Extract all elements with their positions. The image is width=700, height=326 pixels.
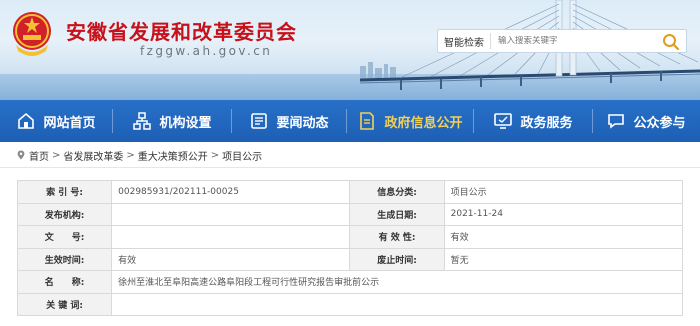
- news-icon: [251, 113, 268, 129]
- nav-item-participation[interactable]: 公众参与: [593, 100, 699, 142]
- table-row: 生效时间: 有效 废止时间: 暂无: [16, 247, 684, 271]
- index-value: 002985931/202111-00025: [111, 180, 351, 204]
- nav-item-label: 公众参与: [633, 115, 686, 131]
- publisher-label: 发布机构:: [16, 202, 113, 226]
- table-row: 发布机构: 生成日期: 2021-11-24: [16, 202, 684, 226]
- search-icon[interactable]: [662, 33, 680, 51]
- docno-value: [111, 225, 351, 249]
- publisher-value: [111, 202, 351, 226]
- main-nav: 网站首页 机构设置 要闻动态 政府信息公开 政务服务 公众参与: [0, 100, 700, 142]
- search-scope-select[interactable]: 智能检索: [438, 33, 491, 49]
- search-scope-label: 智能检索: [444, 37, 484, 49]
- date-label: 生成日期:: [349, 202, 445, 226]
- national-emblem-icon: [13, 12, 51, 56]
- nav-item-label: 网站首页: [43, 115, 96, 131]
- home-icon: [18, 112, 35, 129]
- expiry-value: 暂无: [443, 247, 684, 271]
- nav-item-label: 要闻动态: [276, 115, 329, 131]
- monitor-icon: [494, 113, 513, 129]
- validity-value: 有效: [443, 225, 684, 249]
- index-label: 索 引 号:: [16, 180, 113, 204]
- date-value: 2021-11-24: [443, 202, 684, 226]
- name-value: 徐州至淮北至阜阳高速公路阜阳段工程可行性研究报告审批前公示: [111, 270, 683, 294]
- location-icon: [17, 150, 25, 160]
- name-label: 名 称:: [16, 270, 113, 294]
- breadcrumb-item[interactable]: 项目公示: [222, 148, 262, 163]
- nav-item-label: 政务服务: [520, 115, 573, 131]
- nav-item-home[interactable]: 网站首页: [0, 100, 112, 142]
- nav-item-gov-info[interactable]: 政府信息公开: [347, 100, 473, 142]
- validity-label: 有 效 性:: [349, 225, 445, 249]
- site-url: fzggw.ah.gov.cn: [140, 44, 273, 58]
- breadcrumb-separator: >: [52, 149, 61, 161]
- divider: [0, 167, 700, 168]
- search-box: 智能检索: [437, 29, 687, 53]
- table-row: 关 键 词:: [16, 292, 683, 316]
- category-value: 项目公示: [443, 180, 684, 204]
- breadcrumb-item[interactable]: 省发展改革委: [63, 148, 123, 163]
- nav-item-news[interactable]: 要闻动态: [232, 100, 346, 142]
- breadcrumb-item[interactable]: 重大决策预公开: [138, 148, 208, 163]
- org-icon: [133, 112, 152, 130]
- nav-item-label: 政府信息公开: [384, 115, 463, 131]
- nav-item-org[interactable]: 机构设置: [113, 100, 231, 142]
- nav-item-services[interactable]: 政务服务: [474, 100, 592, 142]
- effective-label: 生效时间:: [16, 247, 113, 271]
- keywords-label: 关 键 词:: [16, 292, 113, 316]
- expiry-label: 废止时间:: [349, 247, 445, 271]
- table-row: 文 号: 有 效 性: 有效: [16, 225, 684, 249]
- breadcrumb-separator: >: [210, 149, 220, 161]
- category-label: 信息分类:: [349, 180, 445, 204]
- breadcrumb-home[interactable]: 首页: [29, 148, 49, 163]
- header-banner: 安徽省发展和改革委员会 fzggw.ah.gov.cn 智能检索: [0, 0, 700, 100]
- effective-value: 有效: [111, 247, 351, 271]
- table-row: 名 称: 徐州至淮北至阜阳高速公路阜阳段工程可行性研究报告审批前公示: [16, 270, 683, 294]
- keywords-value: [111, 292, 683, 316]
- nav-item-label: 机构设置: [159, 115, 212, 131]
- search-input[interactable]: [491, 36, 641, 46]
- docno-label: 文 号:: [16, 225, 113, 249]
- site-title: 安徽省发展和改革委员会: [66, 20, 297, 44]
- document-icon: [360, 112, 375, 130]
- chat-icon: [608, 114, 625, 129]
- table-row: 索 引 号: 002985931/202111-00025 信息分类: 项目公示: [16, 180, 684, 204]
- breadcrumb-separator: >: [126, 149, 135, 161]
- breadcrumb: 首页 > 省发展改革委 > 重大决策预公开 > 项目公示: [16, 148, 262, 163]
- document-info-table: 索 引 号: 002985931/202111-00025 信息分类: 项目公示…: [16, 180, 684, 316]
